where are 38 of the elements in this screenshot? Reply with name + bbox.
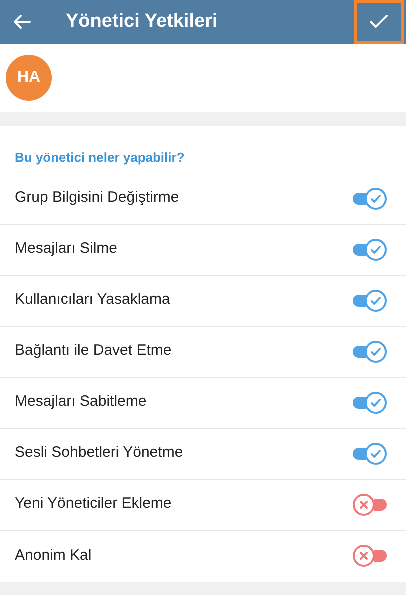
permission-label: Sesli Sohbetleri Yönetme — [15, 443, 184, 464]
toggle-track — [353, 244, 366, 256]
toggle-track — [353, 346, 366, 358]
check-icon — [370, 244, 382, 256]
toggle-switch[interactable] — [353, 340, 387, 362]
toggle-switch[interactable] — [353, 238, 387, 260]
avatar: HA — [6, 55, 52, 101]
toggle-switch[interactable] — [353, 494, 387, 516]
toggle-switch[interactable] — [353, 545, 387, 567]
toggle-track — [374, 498, 387, 510]
check-icon — [370, 192, 382, 204]
back-arrow-icon — [13, 14, 31, 30]
permission-label: Grup Bilgisini Değiştirme — [15, 188, 180, 208]
permission-label: Kullanıcıları Yasaklama — [15, 290, 172, 310]
check-icon — [370, 346, 382, 358]
toggle-track — [353, 448, 366, 460]
section-title: Bu yönetici neler yapabilir? — [14, 149, 186, 167]
close-icon — [359, 551, 369, 561]
toggle-switch[interactable] — [353, 442, 387, 464]
check-icon — [370, 294, 382, 306]
permission-label: Mesajları Sabitleme — [15, 392, 148, 412]
toggle-track — [374, 550, 387, 562]
close-icon — [359, 500, 369, 510]
permission-label: Bağlantı ile Davet Etme — [15, 341, 173, 362]
permission-label: Anonim Kal — [15, 546, 93, 566]
toggle-track — [353, 396, 366, 408]
toggle-switch[interactable] — [353, 290, 387, 312]
check-icon — [370, 15, 388, 29]
save-button[interactable] — [354, 0, 404, 44]
toggle-track — [353, 192, 366, 204]
toggle-switch[interactable] — [353, 392, 387, 414]
permission-label: Mesajları Silme — [15, 239, 119, 260]
permission-label: Yeni Yöneticiler Ekleme — [15, 494, 173, 514]
check-icon — [370, 448, 382, 460]
toggle-track — [353, 294, 366, 306]
screen-title: Yönetici Yetkileri — [66, 10, 219, 34]
check-icon — [370, 396, 382, 408]
toggle-switch[interactable] — [353, 188, 387, 210]
